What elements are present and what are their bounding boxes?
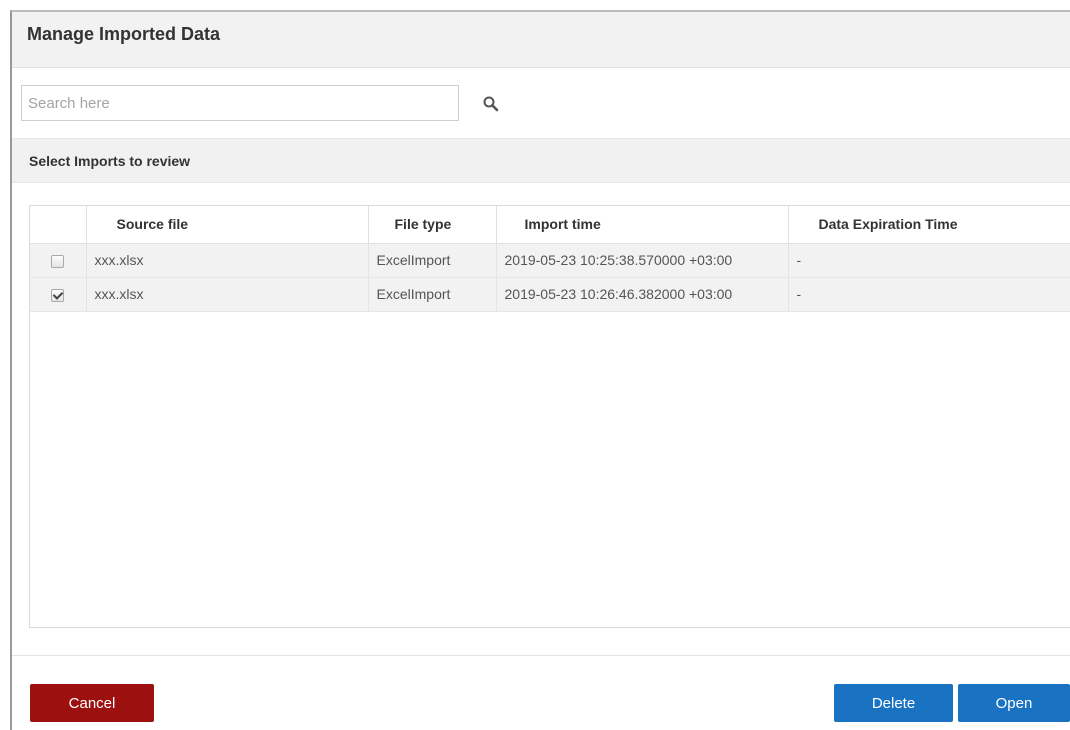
source-file-cell: xxx.xlsx (86, 243, 369, 278)
row-select-cell[interactable] (30, 277, 87, 312)
expiration-cell: - (788, 243, 1070, 278)
source-file-cell: xxx.xlsx (86, 277, 369, 312)
cancel-button[interactable]: Cancel (30, 684, 154, 722)
dialog-header: Manage Imported Data (12, 12, 1070, 68)
file-type-cell: ExcelImport (368, 277, 497, 312)
row-select-cell[interactable] (30, 243, 87, 278)
search-icon[interactable] (482, 95, 500, 113)
manage-imported-data-dialog: Manage Imported Data Select Imports to r… (10, 10, 1070, 730)
file-type-cell: ExcelImport (368, 243, 497, 278)
row-checkbox[interactable] (51, 288, 65, 302)
open-button[interactable]: Open (958, 684, 1070, 722)
dialog-title: Manage Imported Data (27, 24, 221, 44)
delete-button[interactable]: Delete (834, 684, 953, 722)
column-header-select (30, 206, 87, 244)
section-header: Select Imports to review (12, 138, 1070, 183)
import-time-cell: 2019-05-23 10:25:38.570000 +03:00 (496, 243, 789, 278)
footer-divider (12, 655, 1070, 656)
row-checkbox[interactable] (51, 254, 65, 268)
imports-table: Source file File type Import time Data E… (29, 205, 1070, 628)
section-title: Select Imports to review (29, 153, 191, 169)
import-time-cell: 2019-05-23 10:26:46.382000 +03:00 (496, 277, 789, 312)
column-header-source-file[interactable]: Source file (86, 206, 369, 244)
column-header-import-time[interactable]: Import time (496, 206, 789, 244)
table-row[interactable]: xxx.xlsx ExcelImport 2019-05-23 10:26:46… (30, 277, 1070, 312)
table-header-row: Source file File type Import time Data E… (30, 206, 1070, 244)
column-header-data-expiration-time[interactable]: Data Expiration Time (788, 206, 1070, 244)
search-input[interactable] (21, 85, 459, 121)
column-header-file-type[interactable]: File type (368, 206, 497, 244)
table-row[interactable]: xxx.xlsx ExcelImport 2019-05-23 10:25:38… (30, 243, 1070, 278)
expiration-cell: - (788, 277, 1070, 312)
